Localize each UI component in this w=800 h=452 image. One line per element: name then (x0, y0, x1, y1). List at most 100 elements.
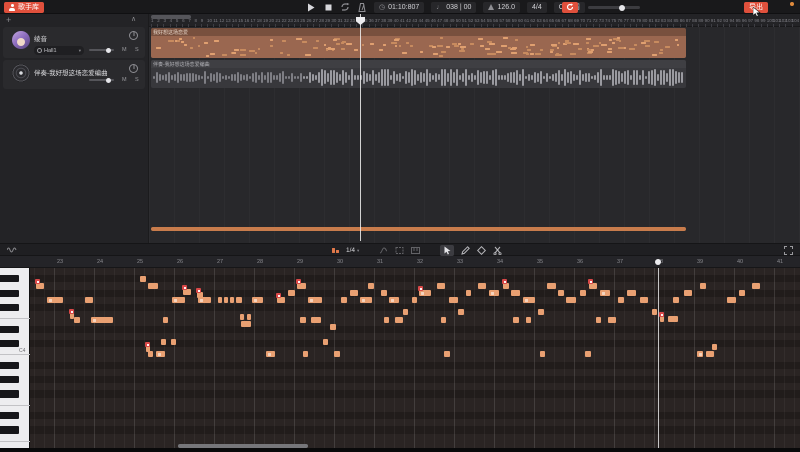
midi-note[interactable] (85, 297, 93, 303)
black-key[interactable] (0, 290, 19, 297)
black-key[interactable] (0, 340, 19, 347)
midi-note[interactable] (350, 290, 358, 296)
midi-note[interactable] (183, 289, 191, 295)
midi-note[interactable] (547, 283, 556, 289)
track-card-accompaniment[interactable]: 伴奏-我好想这场恋爱编曲 M S (3, 60, 145, 89)
midi-note[interactable] (308, 297, 322, 303)
black-key[interactable] (0, 426, 19, 433)
add-track-button[interactable]: + (6, 14, 11, 26)
midi-note[interactable] (449, 297, 458, 303)
arrangement-overview-bar[interactable] (151, 227, 686, 231)
midi-note[interactable] (381, 290, 387, 296)
midi-note[interactable] (503, 283, 509, 289)
midi-note[interactable] (700, 283, 706, 289)
stop-button[interactable] (323, 2, 333, 12)
midi-note[interactable] (652, 309, 657, 315)
midi-note[interactable] (466, 290, 471, 296)
midi-note[interactable] (668, 316, 678, 322)
midi-note[interactable] (156, 351, 165, 357)
midi-note[interactable] (538, 309, 544, 315)
midi-note[interactable] (458, 309, 464, 315)
midi-note[interactable] (412, 297, 417, 303)
midi-note[interactable] (236, 297, 242, 303)
midi-note[interactable] (437, 283, 445, 289)
midi-note[interactable] (252, 297, 263, 303)
midi-note[interactable] (673, 297, 679, 303)
track-name[interactable]: 伴奏-我好想这场恋爱编曲 (34, 67, 108, 77)
track-volume-handle[interactable] (106, 78, 111, 83)
midi-note[interactable] (478, 283, 486, 289)
piano-roll-ruler[interactable]: 23242526272829303132333435363738394041 (0, 256, 800, 268)
midi-note[interactable] (558, 290, 564, 296)
marquee-tool[interactable] (395, 246, 404, 255)
mute-button[interactable]: M (122, 77, 127, 83)
metronome-button[interactable] (357, 2, 367, 12)
piano-roll-grid[interactable] (30, 268, 800, 448)
black-key[interactable] (0, 326, 19, 333)
solo-button[interactable]: S (135, 77, 139, 83)
pencil-tool[interactable] (461, 246, 470, 255)
ai-assistant-button[interactable] (562, 2, 578, 13)
midi-note[interactable] (277, 297, 285, 303)
midi-note[interactable] (389, 297, 399, 303)
midi-note[interactable] (91, 317, 113, 323)
midi-note[interactable] (148, 283, 158, 289)
midi-note[interactable] (360, 297, 372, 303)
midi-note[interactable] (148, 351, 153, 357)
glue-tool[interactable] (477, 246, 486, 255)
pan-knob[interactable] (129, 31, 138, 40)
time-signature-display[interactable]: 4/4 (527, 2, 547, 13)
midi-note[interactable] (526, 317, 531, 323)
scissors-tool[interactable] (493, 246, 502, 255)
midi-note[interactable] (596, 317, 601, 323)
midi-note[interactable] (608, 317, 616, 323)
midi-note[interactable] (627, 290, 636, 296)
audio-clip[interactable]: 伴奏-我好想这场恋爱编曲 (151, 60, 686, 88)
singer-avatar[interactable] (12, 31, 30, 49)
midi-note[interactable] (288, 290, 295, 296)
midi-note[interactable] (712, 344, 717, 350)
black-key[interactable] (0, 362, 19, 369)
midi-note[interactable] (384, 317, 389, 323)
select-tool[interactable] (440, 245, 454, 256)
quantize-notes-icon[interactable] (332, 248, 339, 253)
midi-note[interactable] (300, 317, 306, 323)
tempo-display[interactable]: 126.0 (483, 2, 520, 13)
reverb-dropdown[interactable]: Hall1 ▾ (34, 46, 84, 55)
midi-note[interactable] (171, 339, 176, 345)
midi-note[interactable] (403, 309, 408, 315)
midi-note[interactable] (419, 290, 431, 296)
track-volume-slider[interactable] (89, 79, 114, 81)
midi-note[interactable] (739, 290, 745, 296)
midi-note[interactable] (266, 351, 275, 357)
track-card-vocal[interactable]: 绫音 Hall1 ▾ M S (3, 27, 145, 58)
collapse-panel-button[interactable]: ∧ (131, 14, 136, 26)
time-display[interactable]: ◷ 01:10:807 (374, 2, 424, 13)
black-key[interactable] (0, 275, 19, 282)
pan-knob[interactable] (129, 64, 138, 73)
pitch-wave-icon[interactable] (7, 246, 17, 254)
black-key[interactable] (0, 376, 19, 383)
midi-clip[interactable]: 我好想这场恋爱 (151, 28, 686, 58)
midi-note[interactable] (706, 351, 714, 357)
arrange-area[interactable]: 1234567891011121314151617181920212223242… (148, 14, 800, 243)
midi-note[interactable] (580, 290, 586, 296)
grid-size-dropdown[interactable]: 1/4 ▾ (346, 247, 359, 254)
midi-note[interactable] (660, 316, 664, 322)
midi-note[interactable] (600, 290, 610, 296)
midi-note[interactable] (697, 351, 703, 357)
midi-note[interactable] (241, 321, 251, 327)
midi-note[interactable] (489, 290, 499, 296)
midi-note[interactable] (163, 317, 168, 323)
midi-note[interactable] (198, 297, 211, 303)
midi-note[interactable] (47, 297, 63, 303)
midi-note[interactable] (513, 317, 519, 323)
volume-slider-handle[interactable] (619, 5, 625, 11)
midi-note[interactable] (240, 314, 244, 320)
black-key[interactable] (0, 390, 19, 397)
midi-note[interactable] (441, 317, 446, 323)
midi-note[interactable] (36, 283, 44, 289)
mute-button[interactable]: M (122, 47, 127, 53)
midi-note[interactable] (297, 283, 306, 289)
midi-note[interactable] (752, 283, 760, 289)
